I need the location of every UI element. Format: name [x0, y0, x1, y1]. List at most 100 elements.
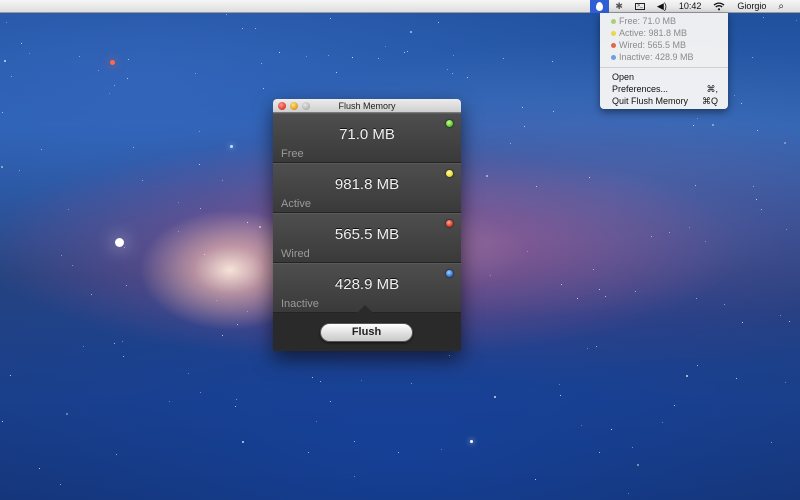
- star: [236, 399, 237, 400]
- star: [398, 452, 399, 453]
- flush-memory-dropdown: Free: 71.0 MB Active: 981.8 MB Wired: 56…: [600, 13, 728, 109]
- star: [178, 202, 179, 203]
- star: [204, 254, 205, 255]
- star: [510, 143, 511, 144]
- panel-wired: 565.5 MB Wired: [273, 213, 461, 263]
- star: [68, 209, 69, 210]
- flush-memory-menu-extra[interactable]: [590, 0, 610, 13]
- star: [263, 88, 264, 89]
- star: [632, 447, 633, 448]
- star: [235, 406, 236, 407]
- speaker-icon: ◀): [656, 0, 667, 11]
- star: [696, 298, 697, 299]
- spotlight-menu[interactable]: ⌕: [772, 0, 790, 13]
- star: [330, 401, 331, 402]
- wifi-menu[interactable]: [707, 0, 731, 13]
- star: [757, 130, 758, 131]
- star: [763, 17, 764, 18]
- panel-free: 71.0 MB Free: [273, 113, 461, 163]
- star: [695, 185, 696, 186]
- star: [581, 425, 582, 426]
- free-value: 71.0 MB: [339, 126, 395, 143]
- star: [354, 476, 355, 477]
- star: [142, 180, 143, 181]
- star: [2, 112, 3, 113]
- star: [109, 93, 110, 94]
- star: [536, 186, 537, 187]
- star: [724, 304, 725, 305]
- star: [669, 232, 670, 233]
- star: [308, 452, 309, 453]
- star: [560, 395, 561, 396]
- stat-inactive-label: Inactive: 428.9 MB: [619, 52, 694, 62]
- star: [61, 255, 62, 256]
- star: [628, 493, 629, 494]
- star: [98, 70, 99, 71]
- active-dot-icon: [611, 30, 616, 36]
- star: [237, 324, 238, 325]
- star: [11, 76, 12, 77]
- star: [133, 147, 134, 148]
- clock[interactable]: 10:42: [673, 0, 708, 13]
- inactive-label: Inactive: [281, 298, 319, 310]
- wired-dot-icon: [611, 42, 616, 48]
- star: [552, 61, 553, 62]
- stat-active-label: Active: 981.8 MB: [619, 28, 688, 38]
- star: [1, 166, 3, 168]
- star: [577, 298, 578, 299]
- menu-item-quit[interactable]: Quit Flush Memory ⌘Q: [600, 95, 728, 107]
- star: [124, 247, 125, 248]
- bright-star: [470, 440, 473, 443]
- minimize-button[interactable]: [290, 102, 298, 110]
- star: [19, 170, 20, 171]
- volume-menu[interactable]: ◀): [651, 0, 673, 13]
- stat-free-label: Free: 71.0 MB: [619, 16, 677, 26]
- star: [742, 322, 743, 323]
- star: [128, 59, 129, 60]
- star: [741, 103, 742, 104]
- star: [674, 405, 675, 406]
- star: [226, 14, 227, 15]
- star: [611, 429, 612, 430]
- wired-value: 565.5 MB: [334, 226, 400, 243]
- star: [116, 454, 117, 455]
- bluetooth-menu[interactable]: ✱: [609, 0, 629, 13]
- window-titlebar[interactable]: Flush Memory: [273, 99, 461, 113]
- star: [756, 199, 757, 200]
- star: [786, 229, 787, 230]
- menu-item-preferences[interactable]: Preferences... ⌘,: [600, 83, 728, 95]
- flush-button[interactable]: Flush: [320, 323, 413, 342]
- menu-separator: [600, 67, 728, 68]
- star: [199, 131, 200, 132]
- star: [596, 346, 597, 347]
- star: [127, 78, 128, 79]
- window-footer: Flush: [273, 313, 461, 349]
- display-menu[interactable]: >_: [629, 0, 651, 13]
- star: [535, 479, 536, 480]
- star: [453, 55, 454, 56]
- star: [553, 111, 554, 112]
- star: [438, 22, 439, 23]
- star: [255, 28, 256, 29]
- active-value: 981.8 MB: [334, 176, 400, 193]
- star: [753, 186, 754, 187]
- bright-star: [115, 238, 124, 247]
- window-title: Flush Memory: [338, 101, 396, 111]
- drop-icon: [596, 1, 604, 11]
- star: [242, 28, 243, 29]
- selection-notch: [357, 305, 373, 313]
- zoom-button[interactable]: [302, 102, 310, 110]
- menu-item-open[interactable]: Open: [600, 71, 728, 83]
- star: [4, 60, 6, 62]
- stat-active: Active: 981.8 MB: [600, 27, 728, 39]
- bright-star: [230, 145, 233, 148]
- user-menu[interactable]: Giorgio: [731, 0, 772, 13]
- open-label: Open: [612, 72, 635, 82]
- star: [259, 226, 261, 228]
- search-icon: ⌕: [778, 0, 784, 12]
- close-button[interactable]: [278, 102, 286, 110]
- star: [126, 285, 127, 286]
- star: [178, 231, 179, 232]
- star: [200, 392, 201, 393]
- star: [441, 449, 442, 450]
